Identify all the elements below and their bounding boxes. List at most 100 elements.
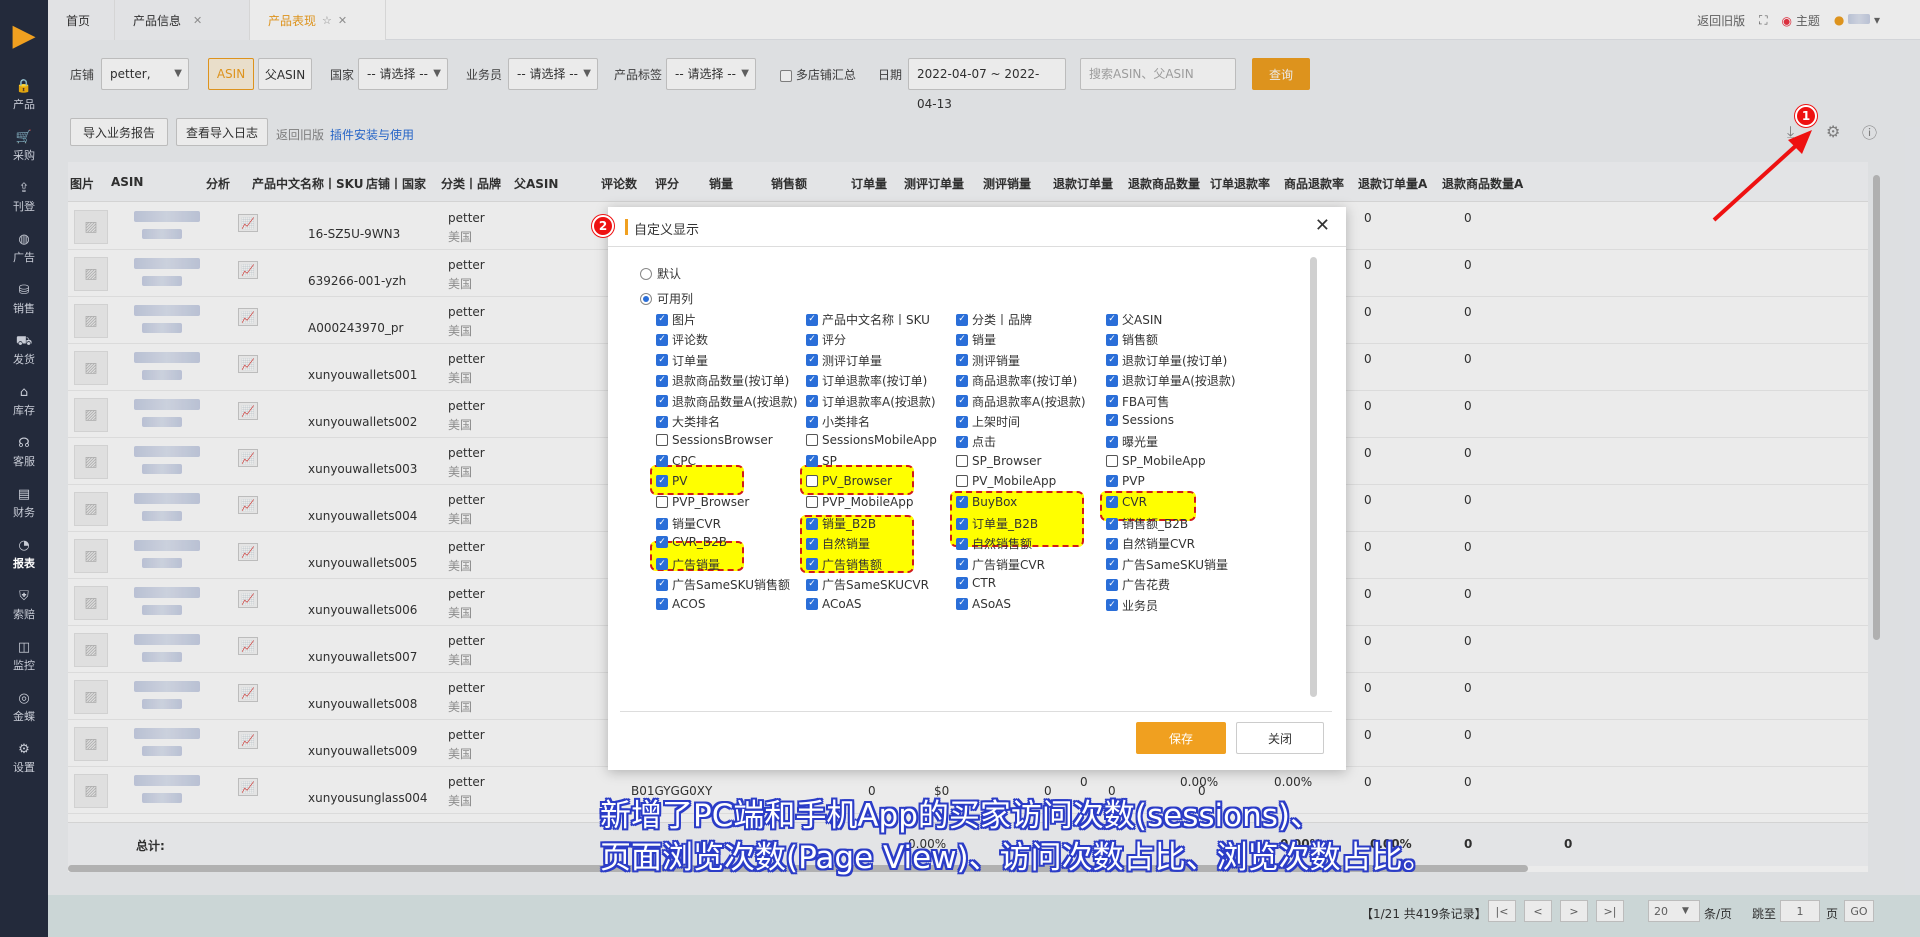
option-label: PV_Browser [822, 474, 893, 489]
column-option[interactable]: ✓ ACOS [656, 597, 705, 611]
option-label: BuyBox [972, 494, 1018, 509]
sidebar-item[interactable]: ▤ 财务 [0, 478, 48, 529]
column-option[interactable]: ✓ 广告SameSKU销售额 [656, 576, 790, 593]
column-option[interactable]: ✓ CVR_B2B [656, 535, 727, 549]
column-option[interactable]: ✓ 分类丨品牌 [956, 311, 1032, 328]
column-option[interactable]: ✓ 销量 [956, 331, 996, 348]
column-option[interactable]: ✓ 广告销量CVR [956, 556, 1045, 573]
column-option[interactable]: ✓ 测评销量 [956, 352, 1020, 369]
column-option[interactable]: ✓ 退款订单量(按订单) [1106, 352, 1227, 369]
radio-default[interactable]: 默认 [640, 265, 681, 282]
column-option[interactable]: ✓ PVP_Browser [656, 495, 749, 509]
option-label: CVR_B2B [672, 535, 728, 550]
checkbox-box: ✓ [656, 354, 668, 367]
column-option[interactable]: ✓ Sessions [1106, 413, 1174, 427]
sidebar-item[interactable]: ⛟ 发货 [0, 325, 48, 376]
column-option[interactable]: ✓ SP_MobileApp [1106, 454, 1206, 468]
column-option[interactable]: ✓ 广告SameSKU销量 [1106, 556, 1228, 573]
sidebar-item[interactable]: ⚙ 设置 [0, 733, 48, 784]
checkbox-box: ✓ [956, 333, 968, 346]
column-option[interactable]: ✓ 曝光量 [1106, 433, 1158, 450]
option-label: 分类丨品牌 [972, 313, 1033, 327]
column-option[interactable]: ✓ 自然销量CVR [1106, 535, 1195, 552]
column-option[interactable]: ✓ 测评订单量 [806, 352, 882, 369]
column-option[interactable]: ✓ 退款订单量A(按退款) [1106, 372, 1236, 389]
save-button[interactable]: 保存 [1136, 722, 1226, 754]
column-option[interactable]: ✓ 上架时间 [956, 413, 1020, 430]
radio-circle [640, 267, 652, 280]
column-option[interactable]: ✓ 点击 [956, 433, 996, 450]
sidebar-item[interactable]: ◫ 监控 [0, 631, 48, 682]
column-option[interactable]: ✓ 商品退款率(按订单) [956, 372, 1077, 389]
column-option[interactable]: ✓ CTR [956, 576, 996, 590]
column-option[interactable]: ✓ SP_Browser [956, 454, 1041, 468]
column-option[interactable]: ✓ 大类排名 [656, 413, 720, 430]
checkbox-box: ✓ [1106, 414, 1118, 426]
column-option[interactable]: ✓ 销售额_B2B [1106, 515, 1188, 532]
column-option[interactable]: ✓ 销量_B2B [806, 515, 876, 532]
column-option[interactable]: ✓ 父ASIN [1106, 311, 1162, 328]
sidebar-item[interactable]: ⛨ 索赔 [0, 580, 48, 631]
checkbox-box: ✓ [956, 597, 968, 610]
checkbox-box: ✓ [956, 435, 968, 448]
column-option[interactable]: ✓ 退款商品数量A(按退款) [656, 393, 798, 410]
column-option[interactable]: ✓ 图片 [656, 311, 696, 328]
sidebar-item[interactable]: ◔ 报表 [0, 529, 48, 580]
column-option[interactable]: ✓ ASoAS [956, 597, 1011, 611]
column-option[interactable]: ✓ PVP [1106, 474, 1145, 488]
logo[interactable]: ▶ [0, 0, 48, 70]
column-option[interactable]: ✓ 销量CVR [656, 515, 721, 532]
dialog-scrollbar[interactable] [1310, 257, 1317, 697]
checkbox-box: ✓ [1106, 558, 1118, 571]
checkbox-box: ✓ [956, 313, 968, 326]
column-option[interactable]: ✓ 订单退款率A(按退款) [806, 393, 936, 410]
column-option[interactable]: ✓ PV [656, 474, 687, 488]
close-icon[interactable]: ✕ [1315, 215, 1330, 236]
column-option[interactable]: ✓ 广告花费 [1106, 576, 1170, 593]
column-option[interactable]: ✓ 评分 [806, 331, 846, 348]
sidebar-item[interactable]: ◍ 广告 [0, 223, 48, 274]
column-option[interactable]: ✓ 销售额 [1106, 331, 1158, 348]
sidebar-item[interactable]: ⇪ 刊登 [0, 172, 48, 223]
column-option[interactable]: ✓ 自然销量 [806, 535, 870, 552]
column-option[interactable]: ✓ 产品中文名称丨SKU [806, 311, 930, 328]
column-option[interactable]: ✓ FBA可售 [1106, 393, 1169, 410]
option-label: 订单退款率(按订单) [822, 374, 928, 389]
column-option[interactable]: ✓ 评论数 [656, 331, 708, 348]
radio-available-columns[interactable]: 可用列 [640, 290, 693, 307]
column-option[interactable]: ✓ BuyBox [956, 495, 1017, 509]
sidebar-item[interactable]: 🔒 产品 [0, 70, 48, 121]
sidebar-item[interactable]: ⌂ 库存 [0, 376, 48, 427]
option-label: 广告花费 [1122, 578, 1171, 593]
column-option[interactable]: ✓ 小类排名 [806, 413, 870, 430]
column-option[interactable]: ✓ CPC [656, 454, 696, 468]
sidebar-item[interactable]: ☊ 客服 [0, 427, 48, 478]
close-button[interactable]: 关闭 [1236, 722, 1324, 754]
column-option[interactable]: ✓ 订单量_B2B [956, 515, 1038, 532]
column-option[interactable]: ✓ CVR [1106, 495, 1147, 509]
column-option[interactable]: ✓ 商品退款率A(按退款) [956, 393, 1086, 410]
column-option[interactable]: ✓ 自然销售额 [956, 535, 1032, 552]
column-option[interactable]: ✓ 订单退款率(按订单) [806, 372, 927, 389]
column-option[interactable]: ✓ 业务员 [1106, 597, 1158, 614]
checkbox-box: ✓ [806, 475, 818, 488]
column-option[interactable]: ✓ PV_Browser [806, 474, 892, 488]
column-option[interactable]: ✓ SessionsMobileApp [806, 433, 937, 447]
column-option[interactable]: ✓ 广告销售额 [806, 556, 882, 573]
option-label: 评分 [822, 333, 847, 348]
column-option[interactable]: ✓ PVP_MobileApp [806, 495, 914, 509]
column-option[interactable]: ✓ 广告销量 [656, 556, 720, 573]
column-option[interactable]: ✓ 广告SameSKUCVR [806, 576, 929, 593]
sidebar-item[interactable]: 🛒 采购 [0, 121, 48, 172]
column-option[interactable]: ✓ ACoAS [806, 597, 862, 611]
option-label: 订单量 [672, 353, 709, 368]
column-option[interactable]: ✓ SP [806, 454, 837, 468]
column-option[interactable]: ✓ SessionsBrowser [656, 433, 773, 447]
sidebar-item[interactable]: ⛁ 销售 [0, 274, 48, 325]
option-label: 销量 [972, 333, 997, 348]
column-option[interactable]: ✓ PV_MobileApp [956, 474, 1056, 488]
sidebar-item[interactable]: ◎ 金蝶 [0, 682, 48, 733]
column-option[interactable]: ✓ 退款商品数量(按订单) [656, 372, 789, 389]
column-option[interactable]: ✓ 订单量 [656, 352, 708, 369]
option-label: SessionsBrowser [672, 433, 773, 448]
